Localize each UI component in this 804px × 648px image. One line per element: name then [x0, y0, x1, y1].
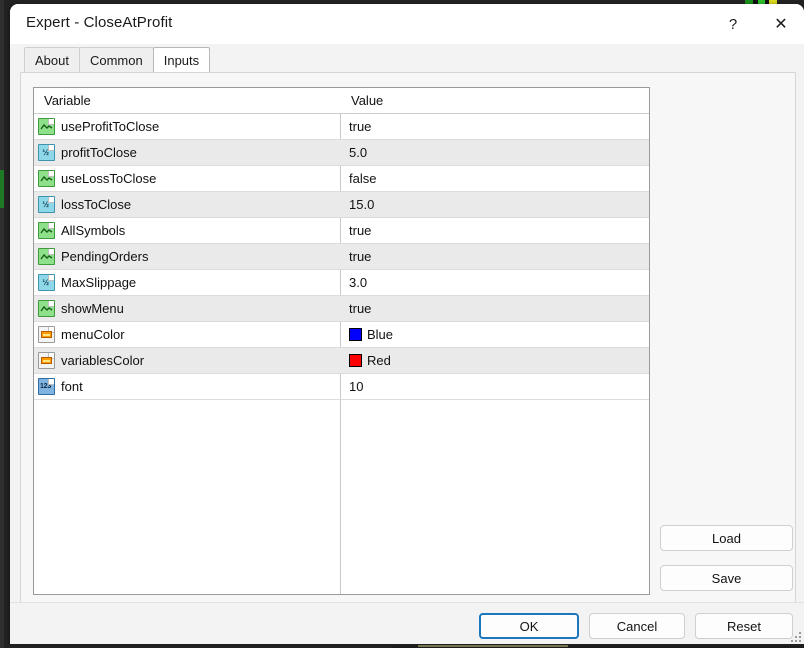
table-row[interactable]: showMenu true [34, 296, 649, 322]
variable-label: variablesColor [61, 353, 145, 368]
variable-label: lossToClose [61, 197, 132, 212]
table-row[interactable]: useLossToClose false [34, 166, 649, 192]
value-label: true [349, 301, 372, 316]
value-label: Red [367, 353, 391, 368]
value-label: false [349, 171, 377, 186]
resize-grip[interactable] [789, 630, 801, 642]
table-row[interactable]: 123 font 10 [34, 374, 649, 400]
expert-properties-dialog: Expert - CloseAtProfit ? ✕ About Common … [10, 4, 804, 644]
tab-strip: About Common Inputs [24, 47, 211, 72]
variable-cell: menuColor [34, 326, 341, 343]
tab-inputs[interactable]: Inputs [152, 47, 211, 72]
value-cell[interactable]: Blue [341, 327, 649, 342]
variable-cell: ½ profitToClose [34, 144, 341, 161]
reset-button[interactable]: Reset [695, 613, 793, 639]
value-label: true [349, 249, 372, 264]
variable-cell: ½ MaxSlippage [34, 274, 341, 291]
background-app-bottom-yellow-line [418, 645, 568, 647]
value-label: Blue [367, 327, 394, 342]
double-type-icon: ½ [38, 196, 55, 213]
bool-type-icon [38, 118, 55, 135]
ok-button[interactable]: OK [479, 613, 579, 639]
variable-cell: 123 font [34, 378, 341, 395]
variable-label: MaxSlippage [61, 275, 137, 290]
variable-cell: variablesColor [34, 352, 341, 369]
table-row[interactable]: ½ profitToClose 5.0 [34, 140, 649, 166]
variable-label: AllSymbols [61, 223, 126, 238]
table-row[interactable]: ½ lossToClose 15.0 [34, 192, 649, 218]
value-cell[interactable]: Red [341, 353, 649, 368]
inputs-tab-panel: Variable Value useProfitToClose true ½ p… [20, 72, 796, 604]
header-value: Value [351, 93, 384, 108]
value-cell[interactable]: true [341, 119, 649, 134]
window-title: Expert - CloseAtProfit [26, 14, 173, 31]
variable-label: useLossToClose [61, 171, 157, 186]
close-icon[interactable]: ✕ [758, 4, 804, 44]
variable-cell: PendingOrders [34, 248, 341, 265]
variable-label: menuColor [61, 327, 125, 342]
bool-type-icon [38, 170, 55, 187]
bool-type-icon [38, 222, 55, 239]
grid-rows: Variable Value useProfitToClose true ½ p… [34, 88, 649, 400]
value-cell[interactable]: true [341, 249, 649, 264]
header-variable: Variable [44, 93, 91, 108]
value-label: 15.0 [349, 197, 375, 212]
value-cell[interactable]: false [341, 171, 649, 186]
value-cell[interactable]: true [341, 301, 649, 316]
bool-type-icon [38, 248, 55, 265]
value-cell[interactable]: true [341, 223, 649, 238]
grid-header-row: Variable Value [34, 88, 649, 114]
save-button[interactable]: Save [660, 565, 793, 591]
table-row[interactable]: menuColor Blue [34, 322, 649, 348]
screen: Expert - CloseAtProfit ? ✕ About Common … [0, 0, 804, 648]
variable-label: useProfitToClose [61, 119, 160, 134]
variable-cell: showMenu [34, 300, 341, 317]
table-row[interactable]: AllSymbols true [34, 218, 649, 244]
variable-label: profitToClose [61, 145, 137, 160]
variable-label: showMenu [61, 301, 124, 316]
double-type-icon: ½ [38, 144, 55, 161]
tab-about[interactable]: About [24, 47, 80, 72]
value-cell[interactable]: 5.0 [341, 145, 649, 160]
variable-cell: useLossToClose [34, 170, 341, 187]
color-swatch [349, 328, 362, 341]
value-cell[interactable]: 15.0 [341, 197, 649, 212]
load-button[interactable]: Load [660, 525, 793, 551]
background-app-green-marker [0, 170, 4, 208]
table-row[interactable]: ½ MaxSlippage 3.0 [34, 270, 649, 296]
color-swatch [349, 354, 362, 367]
int-type-icon: 123 [38, 378, 55, 395]
double-type-icon: ½ [38, 274, 55, 291]
value-label: 3.0 [349, 275, 368, 290]
title-bar: Expert - CloseAtProfit ? ✕ [10, 4, 804, 44]
inputs-grid[interactable]: Variable Value useProfitToClose true ½ p… [33, 87, 650, 595]
value-label: true [349, 119, 372, 134]
value-label: 10 [349, 379, 364, 394]
value-label: 5.0 [349, 145, 368, 160]
background-app-left-edge [0, 0, 4, 648]
variable-label: font [61, 379, 83, 394]
value-cell[interactable]: 10 [341, 379, 649, 394]
color-type-icon [38, 352, 55, 369]
cancel-button[interactable]: Cancel [589, 613, 685, 639]
bool-type-icon [38, 300, 55, 317]
table-row[interactable]: useProfitToClose true [34, 114, 649, 140]
help-icon[interactable]: ? [710, 4, 756, 44]
value-cell[interactable]: 3.0 [341, 275, 649, 290]
value-label: true [349, 223, 372, 238]
color-type-icon [38, 326, 55, 343]
dialog-footer: OK Cancel Reset [10, 602, 804, 644]
table-row[interactable]: variablesColor Red [34, 348, 649, 374]
variable-label: PendingOrders [61, 249, 149, 264]
variable-cell: ½ lossToClose [34, 196, 341, 213]
table-row[interactable]: PendingOrders true [34, 244, 649, 270]
tab-common[interactable]: Common [78, 47, 154, 72]
variable-cell: AllSymbols [34, 222, 341, 239]
variable-cell: useProfitToClose [34, 118, 341, 135]
